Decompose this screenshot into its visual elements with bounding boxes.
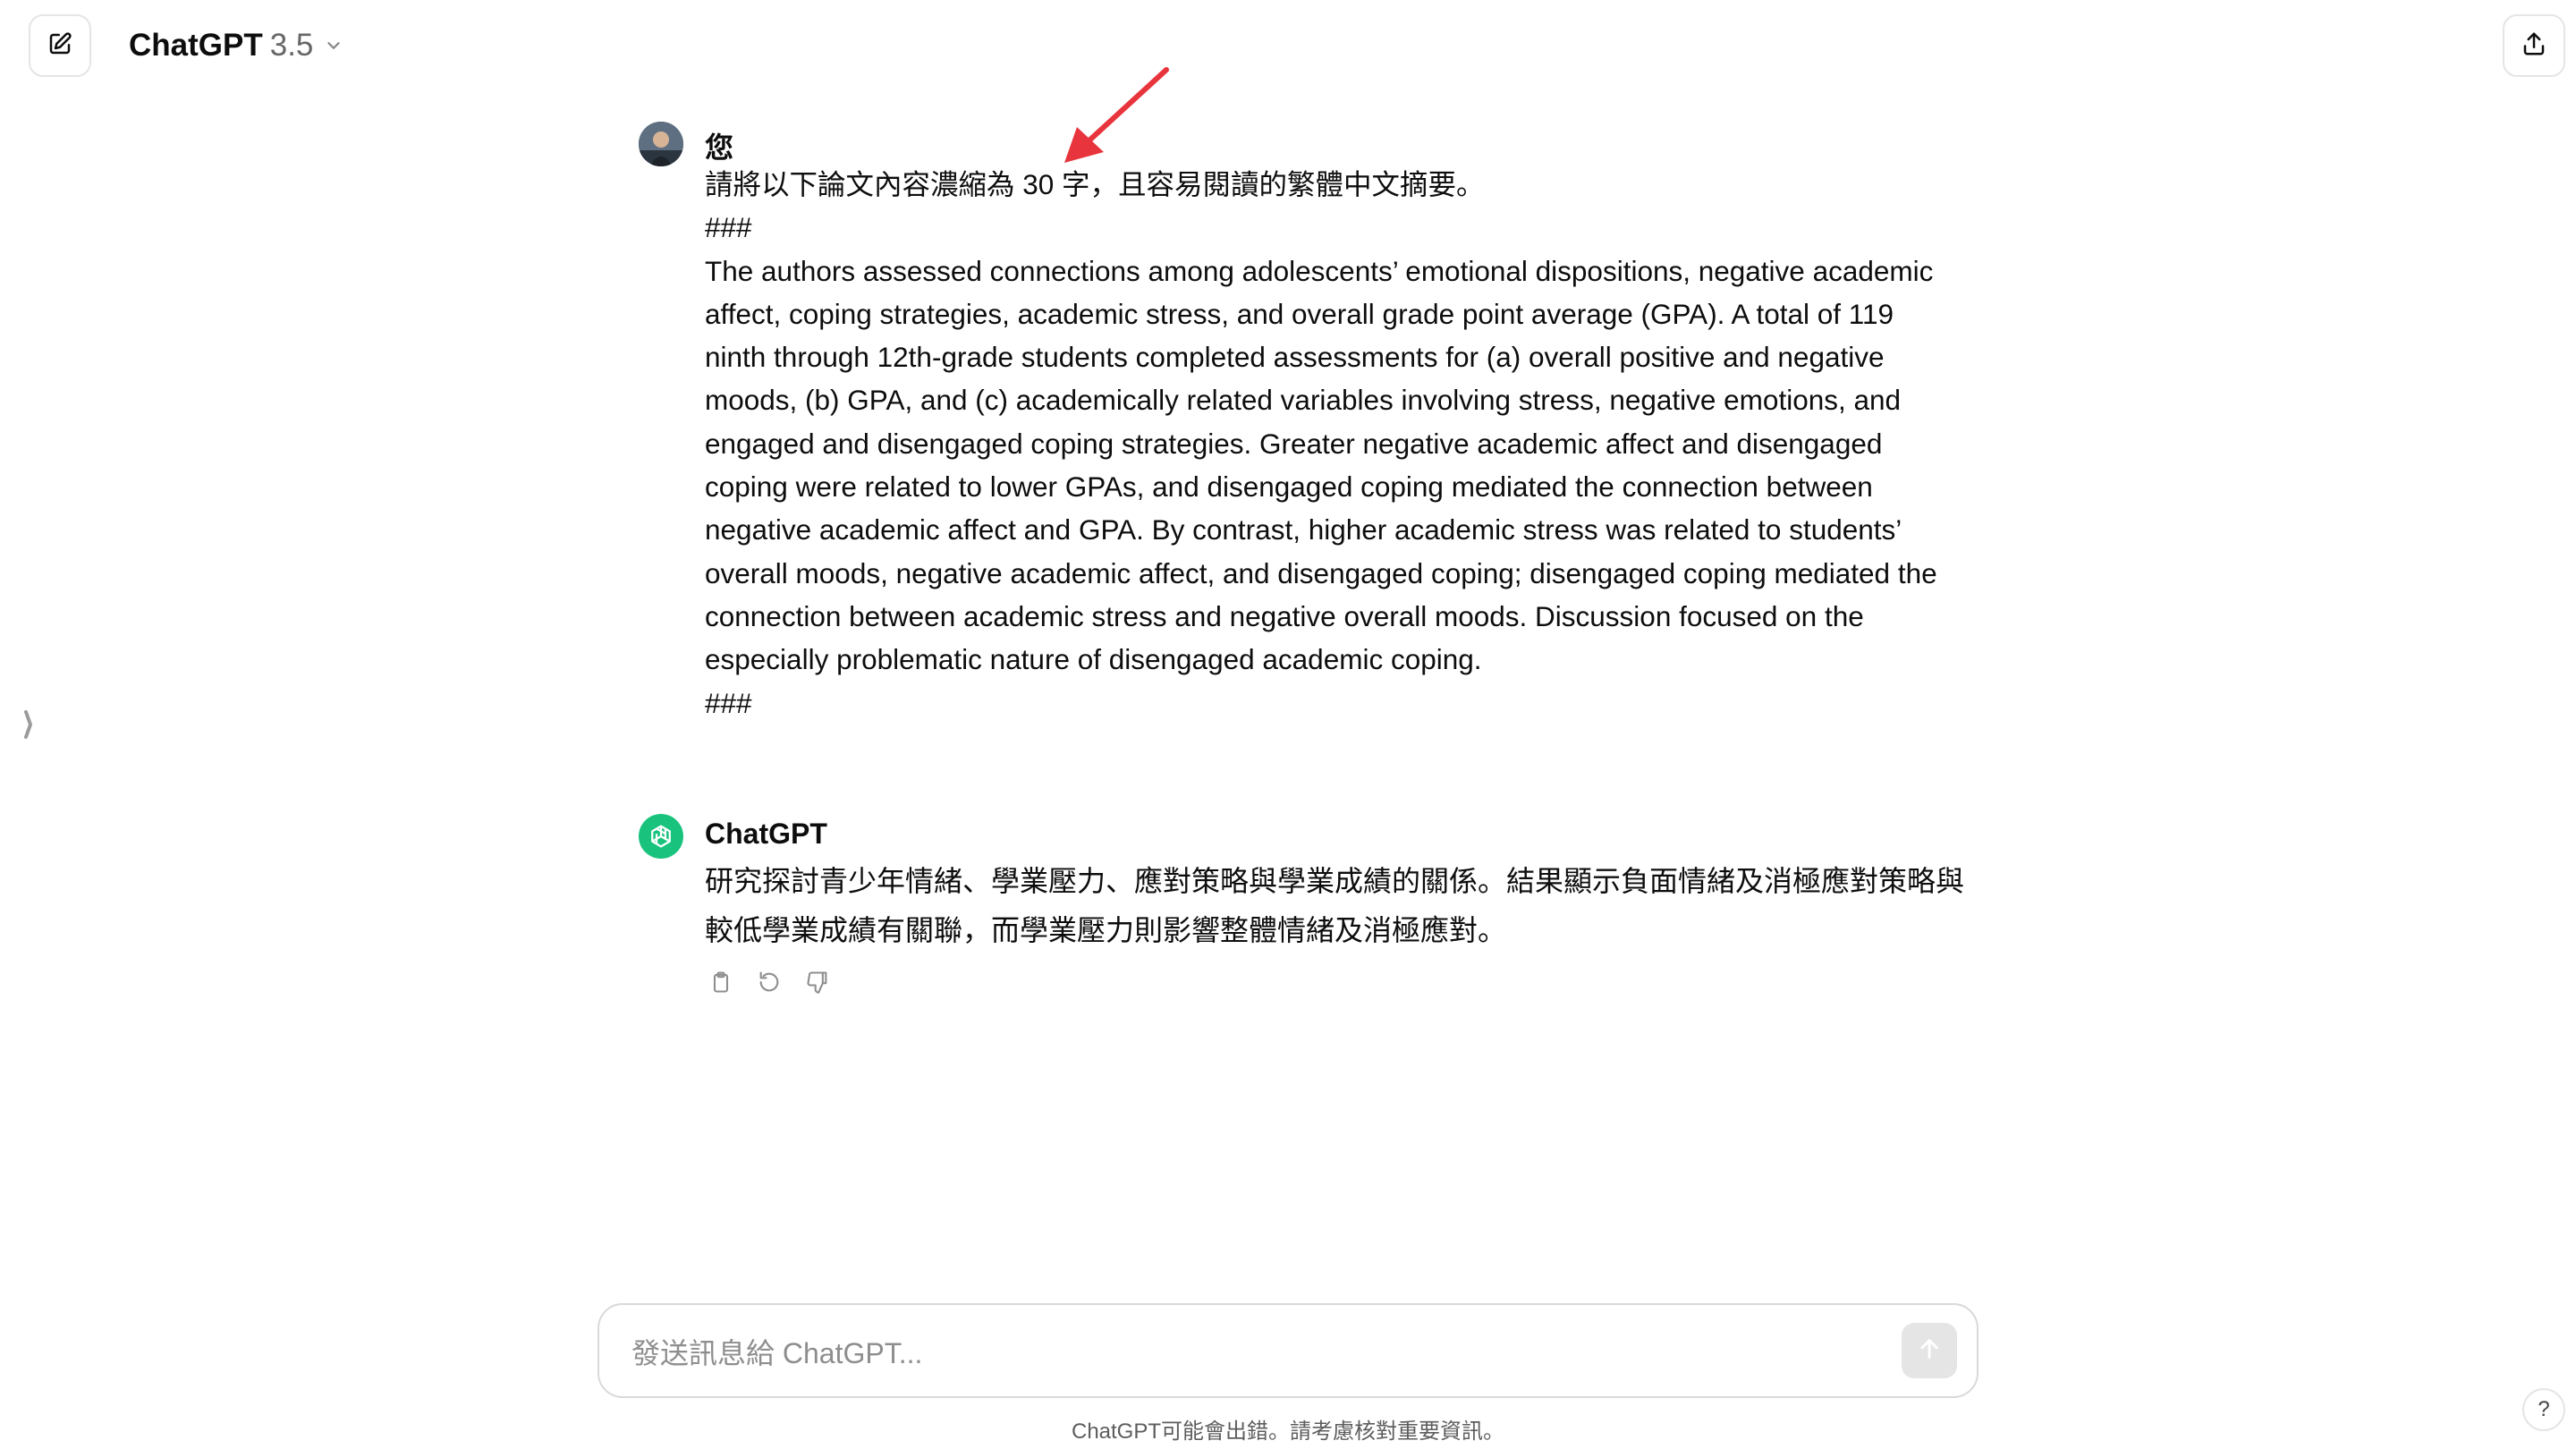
user-instruction: 請將以下論文內容濃縮為 30 字，且容易閱讀的繁體中文摘要。 [705, 168, 1485, 200]
delimiter-open: ### [705, 211, 752, 244]
message-actions [705, 966, 834, 998]
copy-clipboard-icon[interactable] [705, 966, 737, 998]
avatar [639, 122, 683, 166]
message-input[interactable] [630, 1330, 1850, 1377]
model-name: ChatGPT [129, 28, 263, 63]
model-version: 3.5 [269, 28, 314, 63]
sidebar-toggle-icon [21, 707, 36, 747]
new-chat-button[interactable] [29, 14, 91, 77]
regenerate-icon[interactable] [753, 966, 785, 998]
user-abstract: The authors assessed connections among a… [705, 254, 1937, 676]
arrow-up-icon [1917, 1336, 1942, 1366]
openai-logo-icon [639, 814, 683, 859]
share-upload-icon [2521, 30, 2547, 62]
user-message-text: 請將以下論文內容濃縮為 30 字，且容易閱讀的繁體中文摘要。 ### The a… [705, 163, 1957, 724]
sidebar-toggle[interactable] [18, 707, 39, 746]
assistant-reply: 研究探討青少年情緒、學業壓力、應對策略與學業成績的關係。結果顯示負面情緒及消極應… [705, 865, 1965, 946]
send-button[interactable] [1902, 1323, 1957, 1378]
delimiter-close: ### [705, 686, 752, 719]
annotation-arrow [1064, 67, 1169, 163]
chevron-down-icon [320, 28, 343, 64]
thumbs-down-icon[interactable] [801, 966, 834, 998]
help-button[interactable]: ? [2522, 1388, 2565, 1431]
edit-square-icon [47, 30, 73, 62]
share-button[interactable] [2503, 14, 2565, 77]
model-selector[interactable]: ChatGPT 3.5 [129, 23, 343, 68]
user-author: 您 [705, 131, 734, 164]
disclaimer: ChatGPT可能會出錯。請考慮核對重要資訊。 [1071, 1419, 1505, 1444]
assistant-author: ChatGPT [705, 818, 827, 850]
message-composer [597, 1303, 1979, 1398]
